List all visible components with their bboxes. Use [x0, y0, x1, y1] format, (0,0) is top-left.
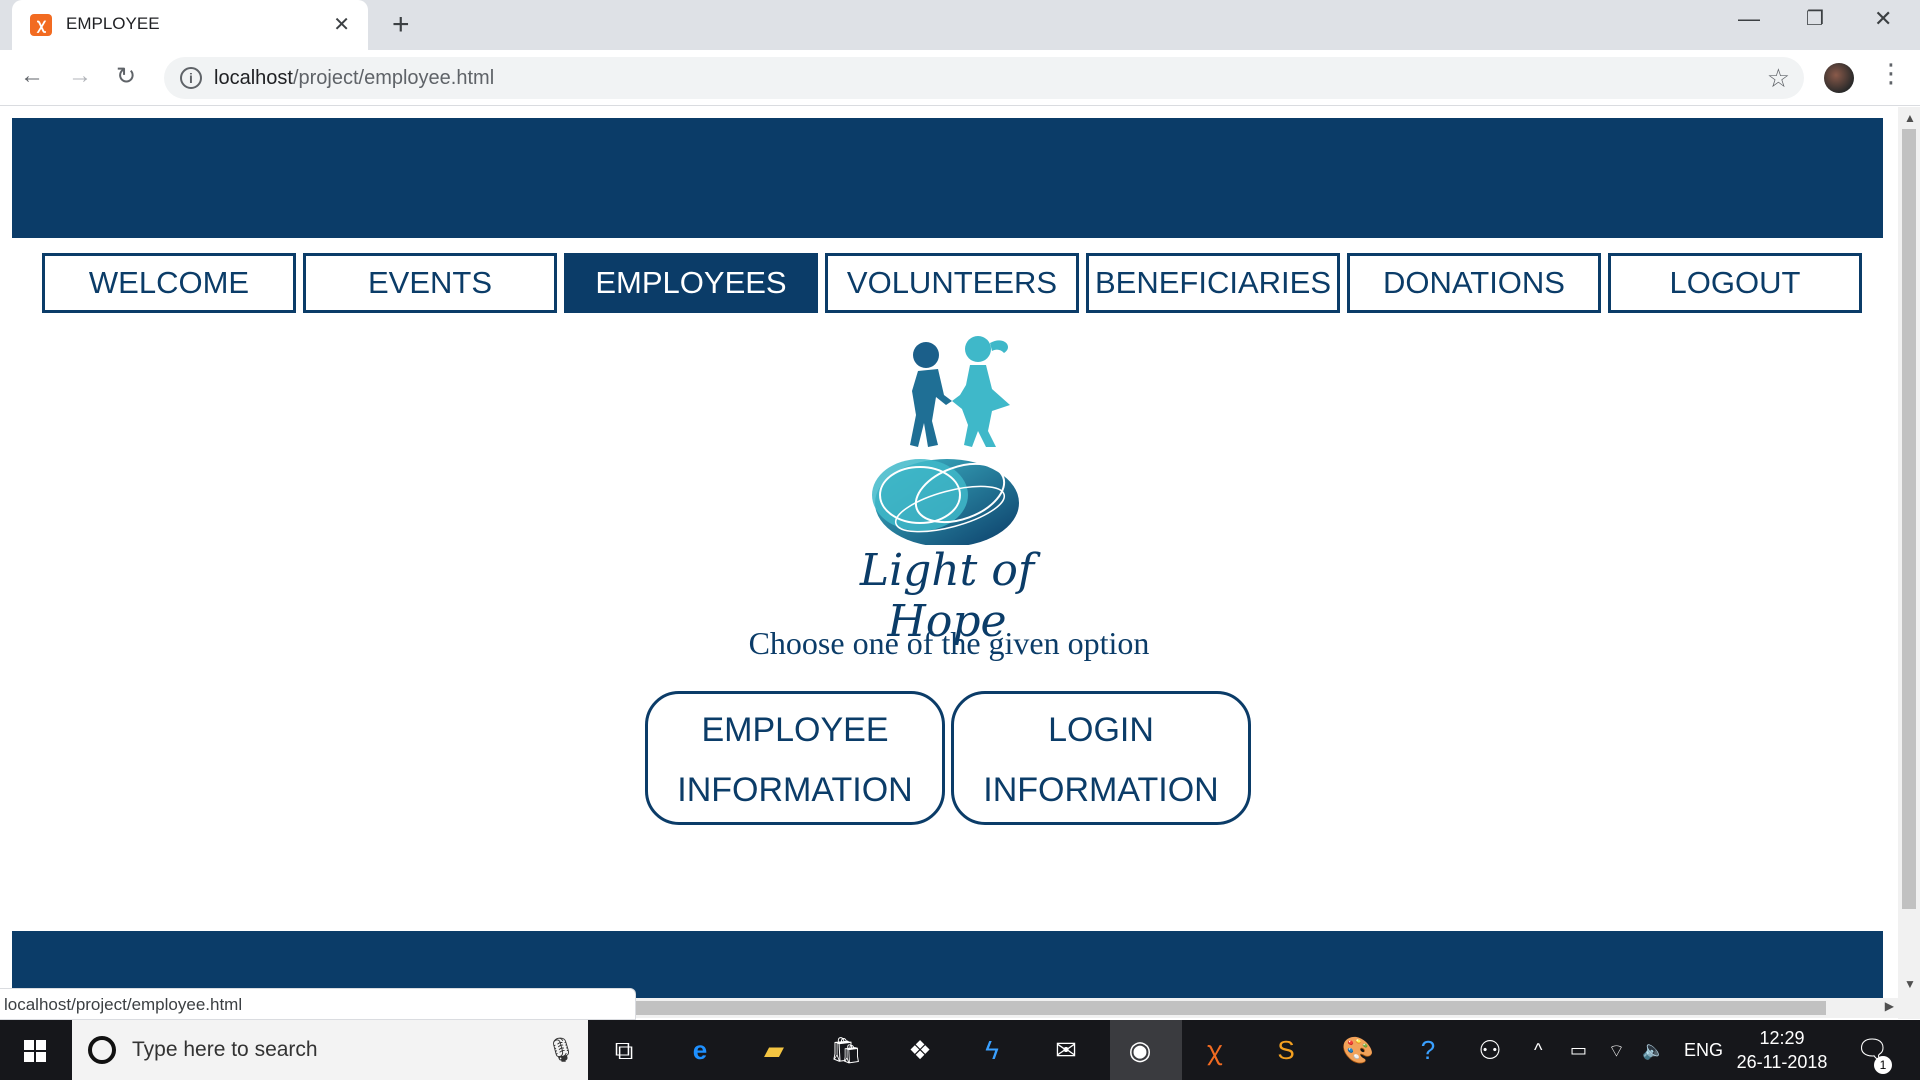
volume-icon[interactable]: 🔈 — [1642, 1040, 1664, 1061]
address-bar[interactable]: i localhost/project/employee.html ☆ — [164, 57, 1804, 99]
taskbar-clock[interactable]: 12:29 26-11-2018 — [1732, 1026, 1832, 1074]
wifi-icon[interactable]: ⌔ — [1608, 1040, 1625, 1063]
start-button[interactable] — [0, 1020, 72, 1080]
vertical-scroll-thumb[interactable] — [1902, 129, 1916, 909]
windows-logo-icon — [24, 1040, 46, 1062]
login-information-line2: INFORMATION — [983, 771, 1219, 809]
tab-title: EMPLOYEE — [66, 14, 160, 33]
notification-badge: 1 — [1874, 1056, 1892, 1074]
scroll-up-icon[interactable]: ▲ — [1904, 111, 1916, 125]
profile-avatar[interactable] — [1824, 63, 1854, 93]
reload-icon[interactable]: ↻ — [116, 62, 136, 91]
nav-logout[interactable]: LOGOUT — [1608, 253, 1862, 313]
url-host: localhost — [214, 67, 293, 89]
employee-information-line2: INFORMATION — [677, 771, 913, 809]
info-icon[interactable]: i — [180, 67, 202, 89]
horizontal-scroll-thumb[interactable] — [636, 1001, 1826, 1015]
nav-donations[interactable]: DONATIONS — [1347, 253, 1601, 313]
main-navbar: WELCOME EVENTS EMPLOYEES VOLUNTEERS BENE… — [42, 253, 1862, 313]
nav-beneficiaries[interactable]: BENEFICIARIES — [1086, 253, 1340, 313]
tab-strip: ꭓ EMPLOYEE ✕ + — ❐ ✕ — [0, 0, 1920, 50]
people-icon[interactable]: ⚇ — [1472, 1032, 1508, 1068]
help-icon[interactable]: ? — [1410, 1032, 1446, 1068]
light-of-hope-logo: Light of Hope — [832, 335, 1062, 647]
nav-volunteers[interactable]: VOLUNTEERS — [825, 253, 1079, 313]
sway-icon[interactable]: ϟ — [974, 1032, 1010, 1068]
url-path: /project/employee.html — [292, 67, 495, 89]
login-information-line1: LOGIN — [1048, 711, 1154, 749]
edge-icon[interactable]: e — [682, 1032, 718, 1068]
browser-tab[interactable]: ꭓ EMPLOYEE ✕ — [12, 0, 368, 50]
cortana-icon — [88, 1036, 116, 1064]
login-information-button[interactable]: LOGIN INFORMATION — [951, 691, 1251, 825]
horizontal-scrollbar[interactable]: ▶ — [636, 998, 1898, 1018]
clock-time: 12:29 — [1759, 1028, 1805, 1048]
nav-events[interactable]: EVENTS — [303, 253, 557, 313]
menu-icon[interactable]: ⋮ — [1878, 58, 1904, 89]
bookmark-star-icon[interactable]: ☆ — [1767, 63, 1790, 94]
task-view-icon[interactable]: ⧉ — [606, 1032, 642, 1068]
back-icon[interactable]: ← — [20, 62, 44, 90]
taskbar-search[interactable]: Type here to search 🎙 — [72, 1020, 588, 1080]
url-text[interactable]: localhost/project/employee.html — [214, 67, 494, 90]
new-tab-icon[interactable]: + — [392, 8, 410, 42]
dropbox-icon[interactable]: ❖ — [902, 1032, 938, 1068]
vertical-scrollbar[interactable]: ▲ ▼ — [1898, 107, 1920, 1019]
status-bubble: localhost/project/employee.html — [0, 988, 636, 1020]
close-tab-icon[interactable]: ✕ — [333, 12, 350, 37]
store-icon[interactable]: 🛍 — [828, 1032, 864, 1068]
file-explorer-icon[interactable]: ▰ — [756, 1032, 792, 1068]
employee-information-button[interactable]: EMPLOYEE INFORMATION — [645, 691, 945, 825]
page-subtitle: Choose one of the given option — [748, 625, 1150, 661]
xampp-icon: ꭓ — [30, 14, 52, 36]
page-header-band — [12, 118, 1883, 238]
close-window-icon[interactable]: ✕ — [1874, 6, 1892, 32]
xampp-taskbar-icon[interactable]: ꭓ — [1196, 1032, 1232, 1068]
mail-icon[interactable]: ✉ — [1048, 1032, 1084, 1068]
nav-welcome[interactable]: WELCOME — [42, 253, 296, 313]
scroll-down-icon[interactable]: ▼ — [1904, 977, 1916, 991]
paint-icon[interactable]: 🎨 — [1340, 1032, 1376, 1068]
show-hidden-icons[interactable]: ^ — [1534, 1040, 1542, 1061]
forward-icon[interactable]: → — [68, 62, 92, 90]
clock-date: 26-11-2018 — [1736, 1052, 1828, 1072]
logo-graphic — [872, 336, 1019, 547]
scroll-right-icon[interactable]: ▶ — [1885, 999, 1894, 1013]
restore-icon[interactable]: ❐ — [1806, 6, 1824, 31]
windows-taskbar: Type here to search 🎙 ⧉ e ▰ 🛍 ❖ ϟ ✉ ◉ ꭓ … — [0, 1020, 1920, 1080]
battery-icon[interactable]: ▭ — [1570, 1040, 1587, 1061]
chrome-icon[interactable]: ◉ — [1122, 1032, 1158, 1068]
sublime-icon[interactable]: S — [1268, 1032, 1304, 1068]
taskbar-search-placeholder: Type here to search — [132, 1038, 318, 1061]
microphone-icon[interactable]: 🎙 — [546, 1036, 576, 1065]
browser-toolbar: ← → ↻ i localhost/project/employee.html … — [0, 50, 1920, 106]
language-indicator[interactable]: ENG — [1684, 1040, 1723, 1061]
nav-employees[interactable]: EMPLOYEES — [564, 253, 818, 313]
minimize-icon[interactable]: — — [1738, 6, 1760, 32]
employee-information-line1: EMPLOYEE — [701, 711, 889, 749]
page-viewport: WELCOME EVENTS EMPLOYEES VOLUNTEERS BENE… — [0, 107, 1898, 1019]
